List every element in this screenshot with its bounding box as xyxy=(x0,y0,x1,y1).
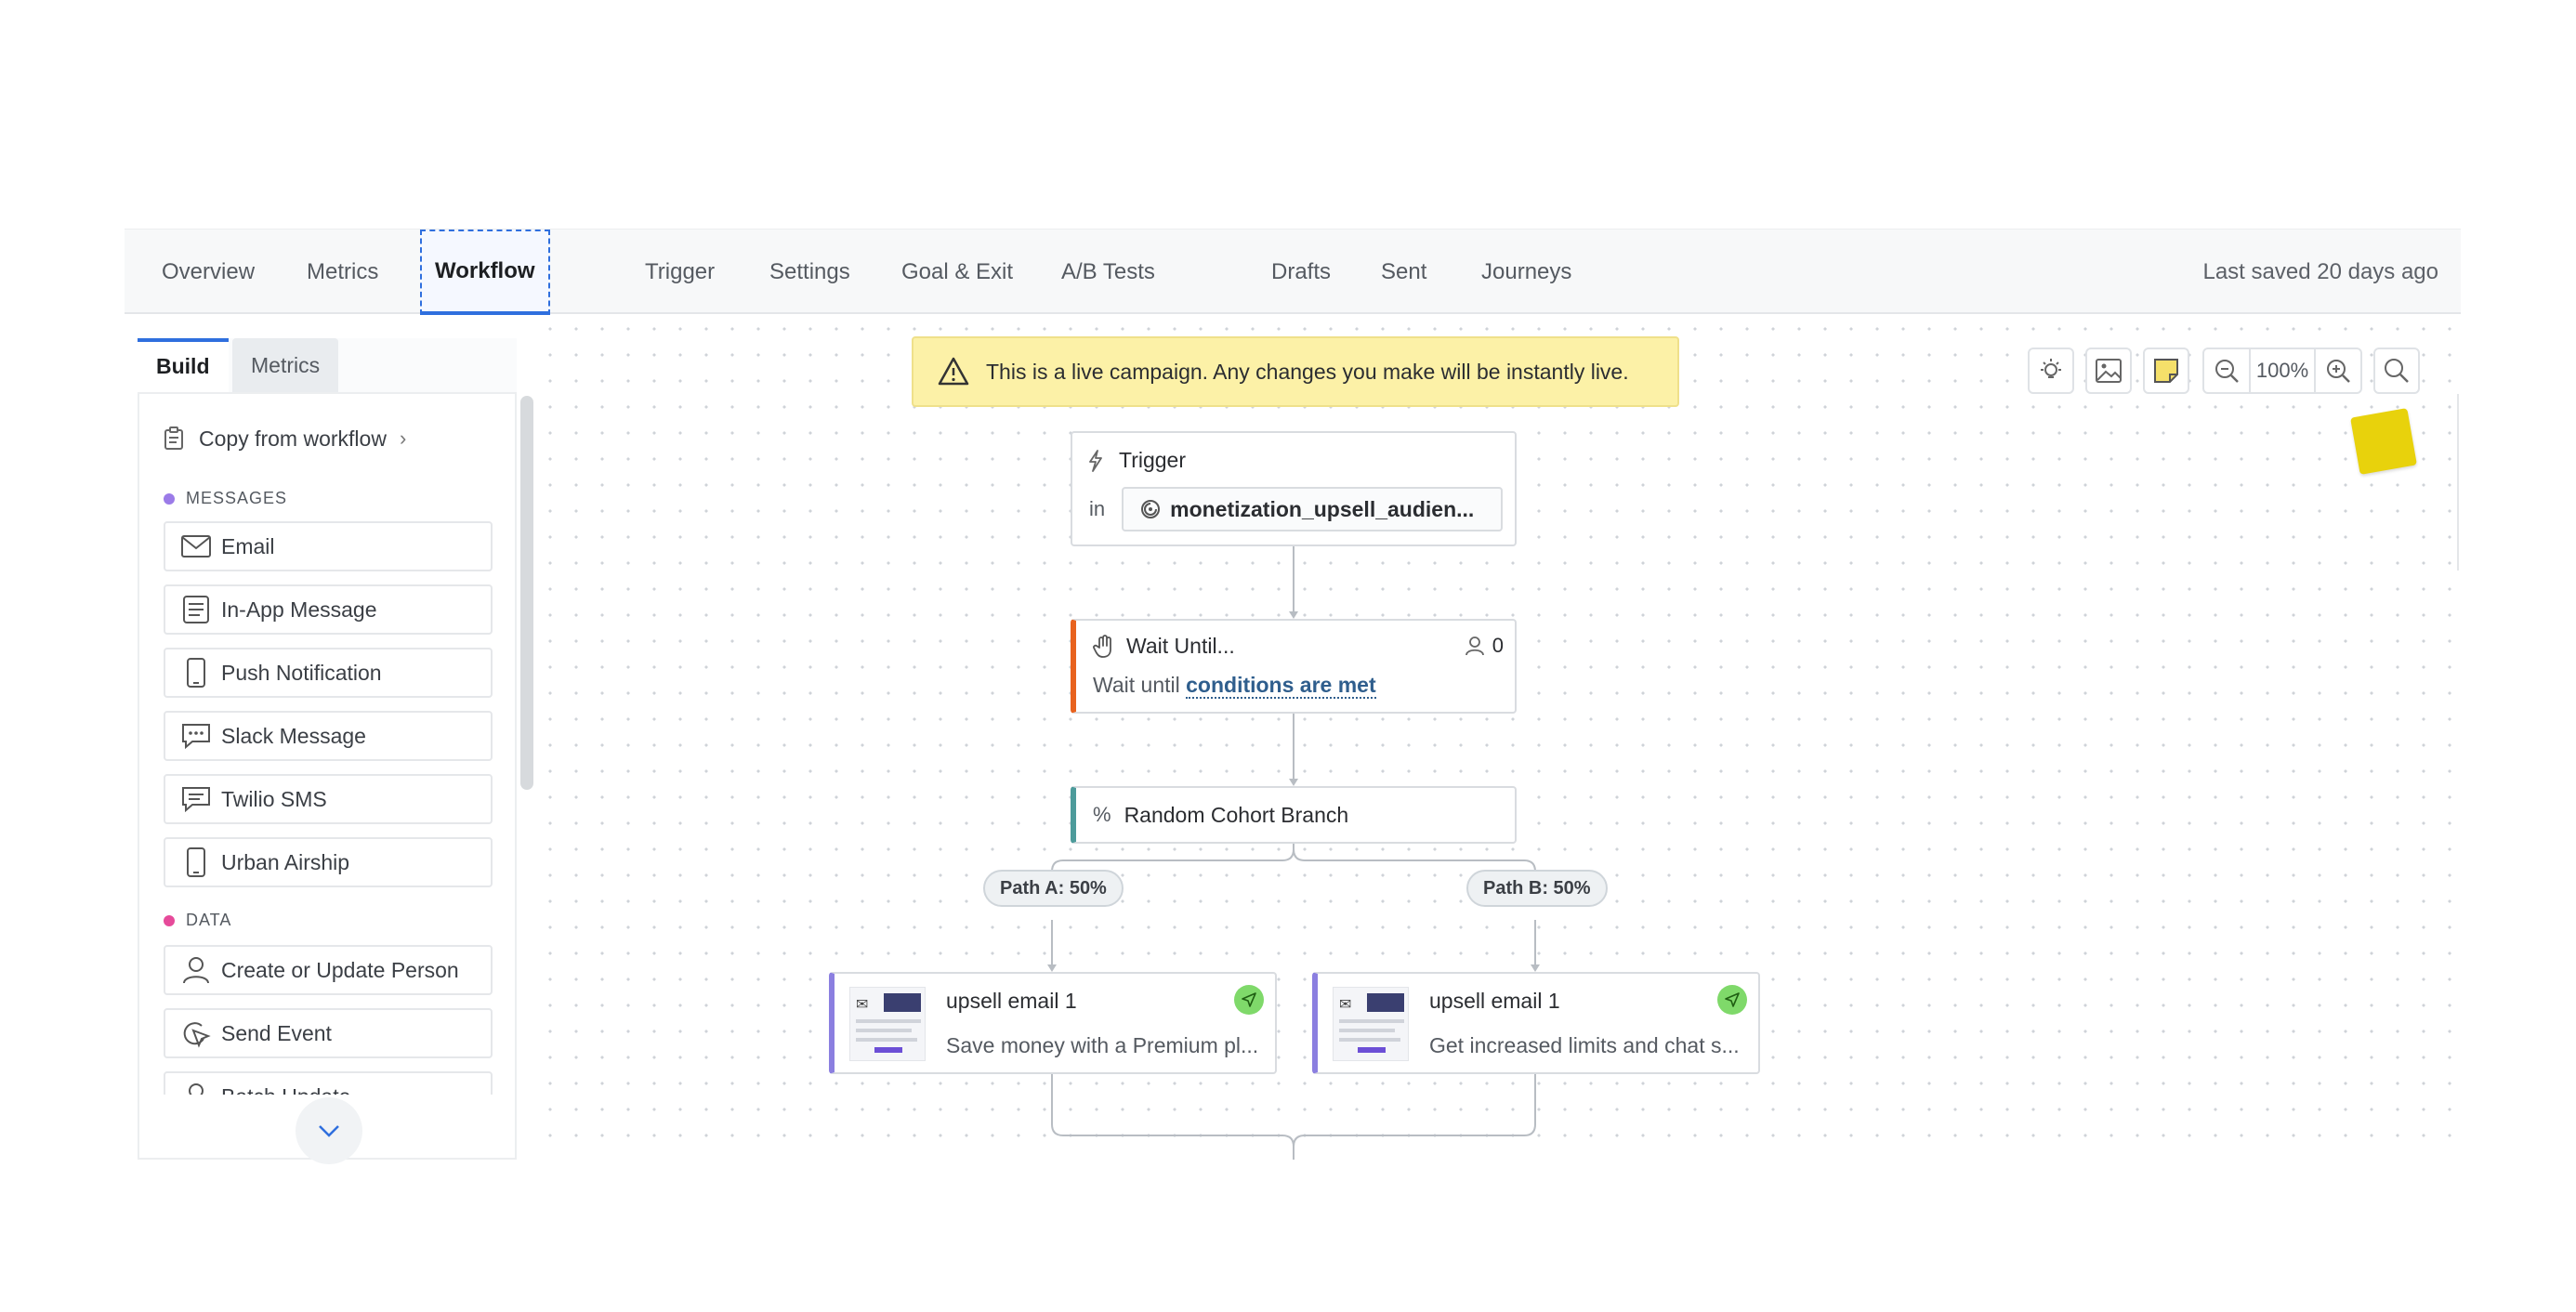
copy-from-workflow-label: Copy from workflow xyxy=(199,426,387,451)
tab-journeys[interactable]: Journeys xyxy=(1481,230,1571,315)
sidebar-item-urban-airship[interactable]: Urban Airship xyxy=(164,837,493,887)
top-nav: Overview Metrics Workflow Trigger Settin… xyxy=(125,229,2461,315)
section-label-messages: MESSAGES xyxy=(164,489,287,508)
wait-until-node[interactable]: Wait Until... 0 Wait until conditions ar… xyxy=(1071,619,1517,714)
trigger-segment-name: monetization_upsell_audien... xyxy=(1170,496,1475,521)
data-dot-icon xyxy=(164,914,175,926)
section-label-data: DATA xyxy=(164,911,231,930)
mobile-phone-icon xyxy=(180,657,212,689)
clipboard-icon xyxy=(164,426,183,450)
envelope-icon: ✉ xyxy=(856,997,869,1013)
zoom-controls: 100% xyxy=(2202,348,2362,394)
chat-bubble-icon xyxy=(180,720,212,752)
email-node-path-a[interactable]: ✉ upsell email 1 Save money with a Premi… xyxy=(829,972,1277,1074)
random-cohort-branch-node[interactable]: % Random Cohort Branch xyxy=(1071,786,1517,844)
person-icon xyxy=(180,954,212,986)
branch-title: Random Cohort Branch xyxy=(1124,802,1349,827)
sidebar-item-create-or-update-person[interactable]: Create or Update Person xyxy=(164,945,493,995)
zoom-out-button[interactable] xyxy=(2204,349,2249,392)
sidebar-item-clip: Batch Update xyxy=(164,1071,493,1095)
email-subject: Save money with a Premium pl... xyxy=(946,1033,1259,1057)
trigger-title: Trigger xyxy=(1119,448,1186,472)
sms-icon xyxy=(180,783,212,815)
canvas-edge xyxy=(2457,394,2459,571)
segment-icon xyxy=(1141,500,1161,518)
scroll-down-button[interactable] xyxy=(296,1097,362,1164)
copy-from-workflow-link[interactable]: Copy from workflow › xyxy=(164,420,406,457)
sidebar-item-batch-update[interactable]: Batch Update xyxy=(164,1071,493,1095)
percent-icon: % xyxy=(1093,803,1111,826)
zoom-level: 100% xyxy=(2249,349,2316,392)
zoom-in-icon xyxy=(2327,360,2350,383)
email-thumbnail: ✉ xyxy=(1333,987,1409,1061)
banner-text: This is a live campaign. Any changes you… xyxy=(986,359,1629,384)
tab-overview[interactable]: Overview xyxy=(162,230,255,315)
email-thumbnail: ✉ xyxy=(849,987,926,1061)
image-icon xyxy=(2096,359,2122,383)
email-title: upsell email 1 xyxy=(1429,989,1560,1013)
tips-button[interactable] xyxy=(2028,348,2074,394)
zoom-out-icon xyxy=(2215,360,2239,383)
envelope-icon xyxy=(180,531,212,562)
sidebar-tab-metrics[interactable]: Metrics xyxy=(232,338,339,392)
zoom-in-button[interactable] xyxy=(2316,349,2360,392)
hand-icon xyxy=(1093,634,1111,658)
email-title: upsell email 1 xyxy=(946,989,1077,1013)
mobile-phone-icon xyxy=(180,846,212,878)
email-subject: Get increased limits and chat s... xyxy=(1429,1033,1740,1057)
email-node-path-b[interactable]: ✉ upsell email 1 Get increased limits an… xyxy=(1312,972,1760,1074)
search-button[interactable] xyxy=(2373,348,2420,394)
lightning-icon xyxy=(1089,449,1102,472)
tab-trigger[interactable]: Trigger xyxy=(645,230,715,315)
image-button[interactable] xyxy=(2085,348,2132,394)
wait-title: Wait Until... xyxy=(1126,634,1235,658)
chevron-down-icon xyxy=(319,1125,339,1137)
sidebar-item-twilio-sms[interactable]: Twilio SMS xyxy=(164,774,493,824)
sticky-note-button[interactable] xyxy=(2143,348,2189,394)
sidebar-item-send-event[interactable]: Send Event xyxy=(164,1008,493,1058)
trigger-in-label: in xyxy=(1089,497,1106,520)
wait-prefix: Wait until xyxy=(1093,673,1180,697)
sticky-note-icon xyxy=(2154,359,2178,383)
sidebar-item-in-app-message[interactable]: In-App Message xyxy=(164,584,493,635)
messages-dot-icon xyxy=(164,492,175,505)
tab-metrics[interactable]: Metrics xyxy=(307,230,378,315)
live-campaign-banner: This is a live campaign. Any changes you… xyxy=(912,336,1679,407)
sidebar-scrollbar[interactable] xyxy=(520,396,533,790)
wait-conditions-link[interactable]: conditions are met xyxy=(1186,673,1376,699)
tab-sent[interactable]: Sent xyxy=(1381,230,1426,315)
send-status-icon xyxy=(1234,985,1264,1015)
trigger-node[interactable]: Trigger in monetization_upsell_audien... xyxy=(1071,431,1517,546)
person-icon xyxy=(1465,636,1484,656)
cursor-click-icon xyxy=(180,1017,212,1049)
sidebar-item-email[interactable]: Email xyxy=(164,521,493,571)
path-a-label[interactable]: Path A: 50% xyxy=(983,870,1124,907)
tab-drafts[interactable]: Drafts xyxy=(1271,230,1331,315)
tab-ab-tests[interactable]: A/B Tests xyxy=(1061,230,1155,315)
sticky-note[interactable] xyxy=(2350,408,2417,475)
sidebar-item-slack-message[interactable]: Slack Message xyxy=(164,711,493,761)
lightbulb-icon xyxy=(2041,359,2061,378)
sidebar-tabs: Build Metrics xyxy=(138,338,517,392)
sidebar-item-push-notification[interactable]: Push Notification xyxy=(164,648,493,698)
path-b-label[interactable]: Path B: 50% xyxy=(1466,870,1608,907)
wait-people-count: 0 xyxy=(1465,634,1504,658)
envelope-icon: ✉ xyxy=(1339,997,1352,1013)
warning-icon xyxy=(938,357,969,386)
last-saved-status: Last saved 20 days ago xyxy=(2202,259,2438,284)
trigger-segment-pill[interactable]: monetization_upsell_audien... xyxy=(1122,487,1504,531)
tab-workflow[interactable]: Workflow xyxy=(420,230,550,315)
tab-settings[interactable]: Settings xyxy=(769,230,850,315)
send-status-icon xyxy=(1717,985,1747,1015)
tab-goal-exit[interactable]: Goal & Exit xyxy=(901,230,1013,315)
search-icon xyxy=(2385,359,2409,383)
sidebar-tab-build[interactable]: Build xyxy=(138,338,229,392)
in-app-message-icon xyxy=(180,594,212,625)
person-icon xyxy=(180,1081,212,1095)
chevron-right-icon: › xyxy=(399,426,407,450)
